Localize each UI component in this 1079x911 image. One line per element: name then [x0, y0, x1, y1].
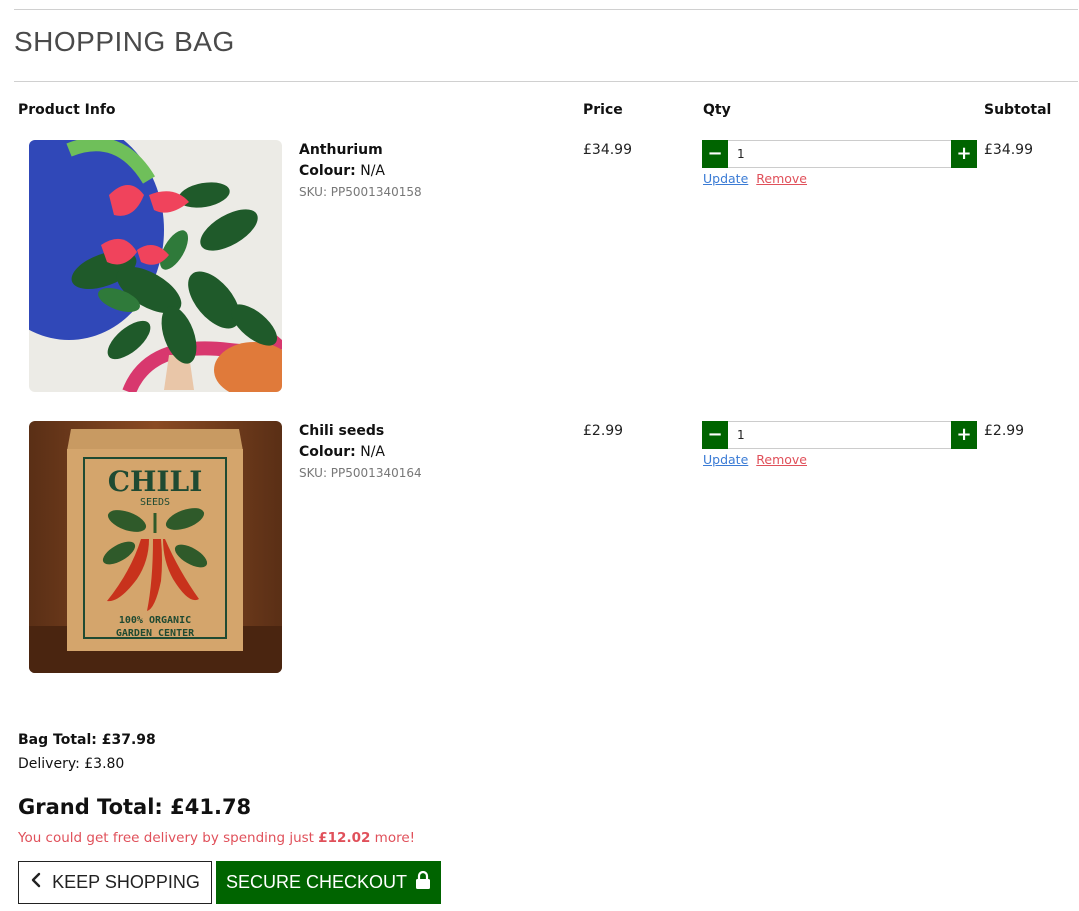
header-price: Price: [583, 102, 623, 118]
chevron-left-icon: [30, 872, 42, 893]
free-delivery-amount: £12.02: [318, 830, 371, 846]
product-name: Anthurium: [299, 142, 383, 158]
row-actions: Update Remove: [703, 171, 807, 186]
increment-button[interactable]: +: [951, 140, 977, 168]
delivery-cost: Delivery: £3.80: [18, 756, 125, 772]
header-qty: Qty: [703, 102, 731, 118]
remove-link[interactable]: Remove: [756, 171, 807, 186]
secure-checkout-button[interactable]: SECURE CHECKOUT: [216, 861, 441, 904]
packet-subtitle-text: SEEDS: [140, 497, 170, 508]
packet-organic-text: 100% ORGANIC: [119, 615, 191, 626]
free-delivery-prefix: You could get free delivery by spending …: [18, 830, 314, 846]
increment-button[interactable]: +: [951, 421, 977, 449]
decrement-button[interactable]: −: [702, 140, 728, 168]
product-colour: Colour: N/A: [299, 163, 385, 179]
product-name: Chili seeds: [299, 423, 385, 439]
keep-shopping-button[interactable]: KEEP SHOPPING: [18, 861, 212, 904]
product-subtotal: £34.99: [984, 142, 1033, 158]
top-divider: [14, 9, 1078, 10]
quantity-stepper: − +: [702, 421, 977, 449]
cart-row-chili-seeds: CHILI SEEDS 100% ORGANIC GARDEN CENTER C…: [0, 421, 1079, 676]
title-divider: [14, 81, 1078, 82]
free-delivery-notice: You could get free delivery by spending …: [18, 830, 415, 846]
packet-title-text: CHILI: [108, 465, 203, 498]
cart-row-anthurium: Anthurium Colour: N/A SKU: PP5001340158 …: [0, 140, 1079, 395]
header-subtotal: Subtotal: [984, 102, 1052, 118]
product-colour: Colour: N/A: [299, 444, 385, 460]
colour-label: Colour:: [299, 163, 356, 179]
secure-checkout-label: SECURE CHECKOUT: [225, 872, 408, 892]
bag-total: Bag Total: £37.98: [18, 732, 156, 748]
quantity-stepper: − +: [702, 140, 977, 168]
product-image-anthurium[interactable]: [29, 140, 282, 392]
product-price: £2.99: [583, 423, 624, 439]
page-title: SHOPPING BAG: [14, 26, 235, 57]
grand-total: Grand Total: £41.78: [18, 795, 252, 819]
lock-icon: [415, 870, 431, 894]
free-delivery-suffix: more!: [374, 830, 416, 846]
colour-label: Colour:: [299, 444, 356, 460]
keep-shopping-label: KEEP SHOPPING: [52, 872, 200, 892]
remove-link[interactable]: Remove: [756, 452, 807, 467]
colour-value: N/A: [360, 444, 386, 460]
anthurium-plant-photo: [29, 140, 282, 392]
row-actions: Update Remove: [703, 452, 807, 467]
update-link[interactable]: Update: [703, 171, 748, 186]
decrement-button[interactable]: −: [702, 421, 728, 449]
quantity-input[interactable]: [731, 143, 946, 165]
header-product-info: Product Info: [18, 102, 116, 118]
colour-value: N/A: [360, 163, 386, 179]
product-sku: SKU: PP5001340158: [299, 185, 422, 199]
product-price: £34.99: [583, 142, 632, 158]
product-image-chili-seeds[interactable]: CHILI SEEDS 100% ORGANIC GARDEN CENTER: [29, 421, 282, 673]
chili-seeds-packet-photo: CHILI SEEDS 100% ORGANIC GARDEN CENTER: [29, 421, 282, 673]
update-link[interactable]: Update: [703, 452, 748, 467]
product-sku: SKU: PP5001340164: [299, 466, 422, 480]
product-subtotal: £2.99: [984, 423, 1025, 439]
quantity-input[interactable]: [731, 424, 946, 446]
packet-garden-text: GARDEN CENTER: [116, 628, 195, 639]
